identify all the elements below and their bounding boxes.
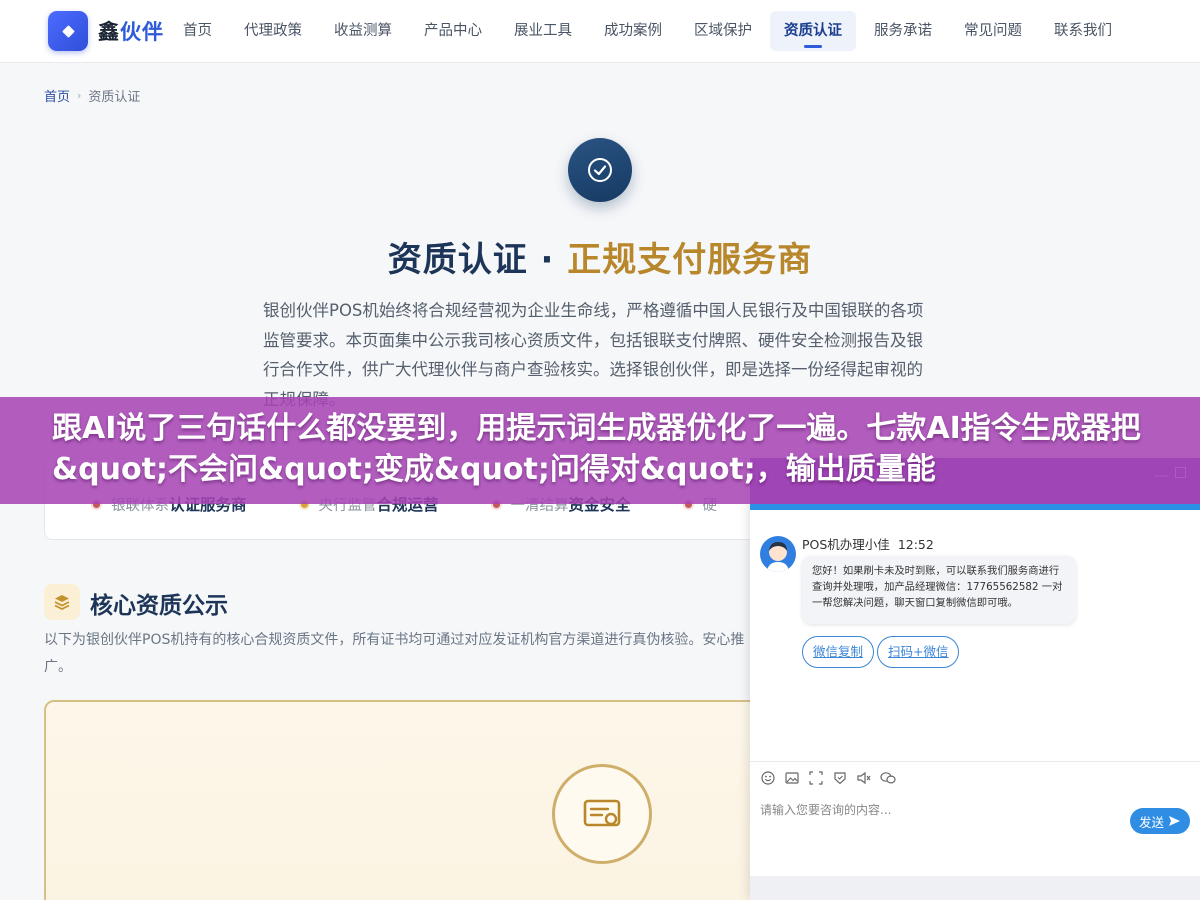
nav-item-agent-policy[interactable]: 代理政策 <box>230 11 316 51</box>
nav-item-products[interactable]: 产品中心 <box>410 11 496 51</box>
page-title: 资质认证 · 正规支付服务商 <box>0 232 1200 281</box>
logo-text[interactable]: 鑫伙伴 <box>98 16 164 46</box>
logo-icon[interactable] <box>48 11 88 51</box>
check-badge-icon <box>568 138 632 202</box>
certificate-icon <box>552 764 652 864</box>
section-description: 以下为银创伙伴POS机持有的核心合规资质文件，所有证书均可通过对应发证机构官方渠… <box>44 632 745 675</box>
layers-icon <box>44 584 80 620</box>
image-icon[interactable] <box>784 770 800 786</box>
nav-item-service[interactable]: 服务承诺 <box>860 11 946 51</box>
agent-avatar <box>760 536 796 572</box>
sound-icon[interactable] <box>856 770 872 786</box>
promo-banner-text: 跟AI说了三句话什么都没要到，用提示词生成器优化了一遍。七款AI指令生成器把&q… <box>52 411 1141 487</box>
site-header: 鑫伙伴 首页 代理政策 收益测算 产品中心 展业工具 成功案例 区域保护 资质认… <box>0 0 1200 63</box>
section-title: 核心资质公示 <box>90 593 228 619</box>
chat-widget: — POS机办理小佳12:52 您好！如果刷卡未及时到账，可以联系我们服务商进行… <box>750 458 1200 900</box>
breadcrumb-home[interactable]: 首页 <box>44 86 70 105</box>
nav-item-home[interactable]: 首页 <box>169 11 226 51</box>
nav-item-contact[interactable]: 联系我们 <box>1040 11 1126 51</box>
breadcrumb-current: 资质认证 <box>88 90 141 105</box>
page-title-main: 资质认证 · <box>387 240 568 280</box>
chat-input[interactable]: 请输入您要咨询的内容... <box>760 801 891 818</box>
nav-item-cases[interactable]: 成功案例 <box>590 11 676 51</box>
page-title-highlight: 正规支付服务商 <box>567 240 813 280</box>
send-icon <box>1169 816 1180 826</box>
main-nav: 首页 代理政策 收益测算 产品中心 展业工具 成功案例 区域保护 资质认证 服务… <box>169 11 1130 51</box>
promo-banner[interactable]: 跟AI说了三句话什么都没要到，用提示词生成器优化了一遍。七款AI指令生成器把&q… <box>0 397 1200 504</box>
agent-name: POS机办理小佳 12:52 <box>802 537 934 552</box>
scan-wechat-button[interactable]: 扫码+微信 <box>877 636 960 668</box>
nav-item-qualification[interactable]: 资质认证 <box>770 11 856 51</box>
certificate-card[interactable] <box>44 700 764 900</box>
breadcrumb: 首页 › 资质认证 <box>44 86 140 105</box>
chat-footer <box>750 876 1200 900</box>
nav-item-income-calc[interactable]: 收益测算 <box>320 11 406 51</box>
screenshot-icon[interactable] <box>808 770 824 786</box>
message-time: 12:52 <box>897 537 934 552</box>
emoji-icon[interactable] <box>760 770 776 786</box>
nav-item-faq[interactable]: 常见问题 <box>950 11 1036 51</box>
breadcrumb-separator: › <box>77 89 82 102</box>
send-button[interactable]: 发送 <box>1130 808 1190 834</box>
chat-message: 您好！如果刷卡未及时到账，可以联系我们服务商进行查询并处理哦，加产品经理微信：1… <box>802 556 1076 624</box>
wechat-icon[interactable] <box>880 770 896 786</box>
rating-icon[interactable] <box>832 770 848 786</box>
copy-wechat-button[interactable]: 微信复制 <box>802 636 875 668</box>
chat-header-accent <box>750 504 1200 510</box>
nav-item-tools[interactable]: 展业工具 <box>500 11 586 51</box>
chat-divider <box>750 761 1200 762</box>
chat-toolbar <box>760 770 904 786</box>
nav-item-region[interactable]: 区域保护 <box>680 11 766 51</box>
